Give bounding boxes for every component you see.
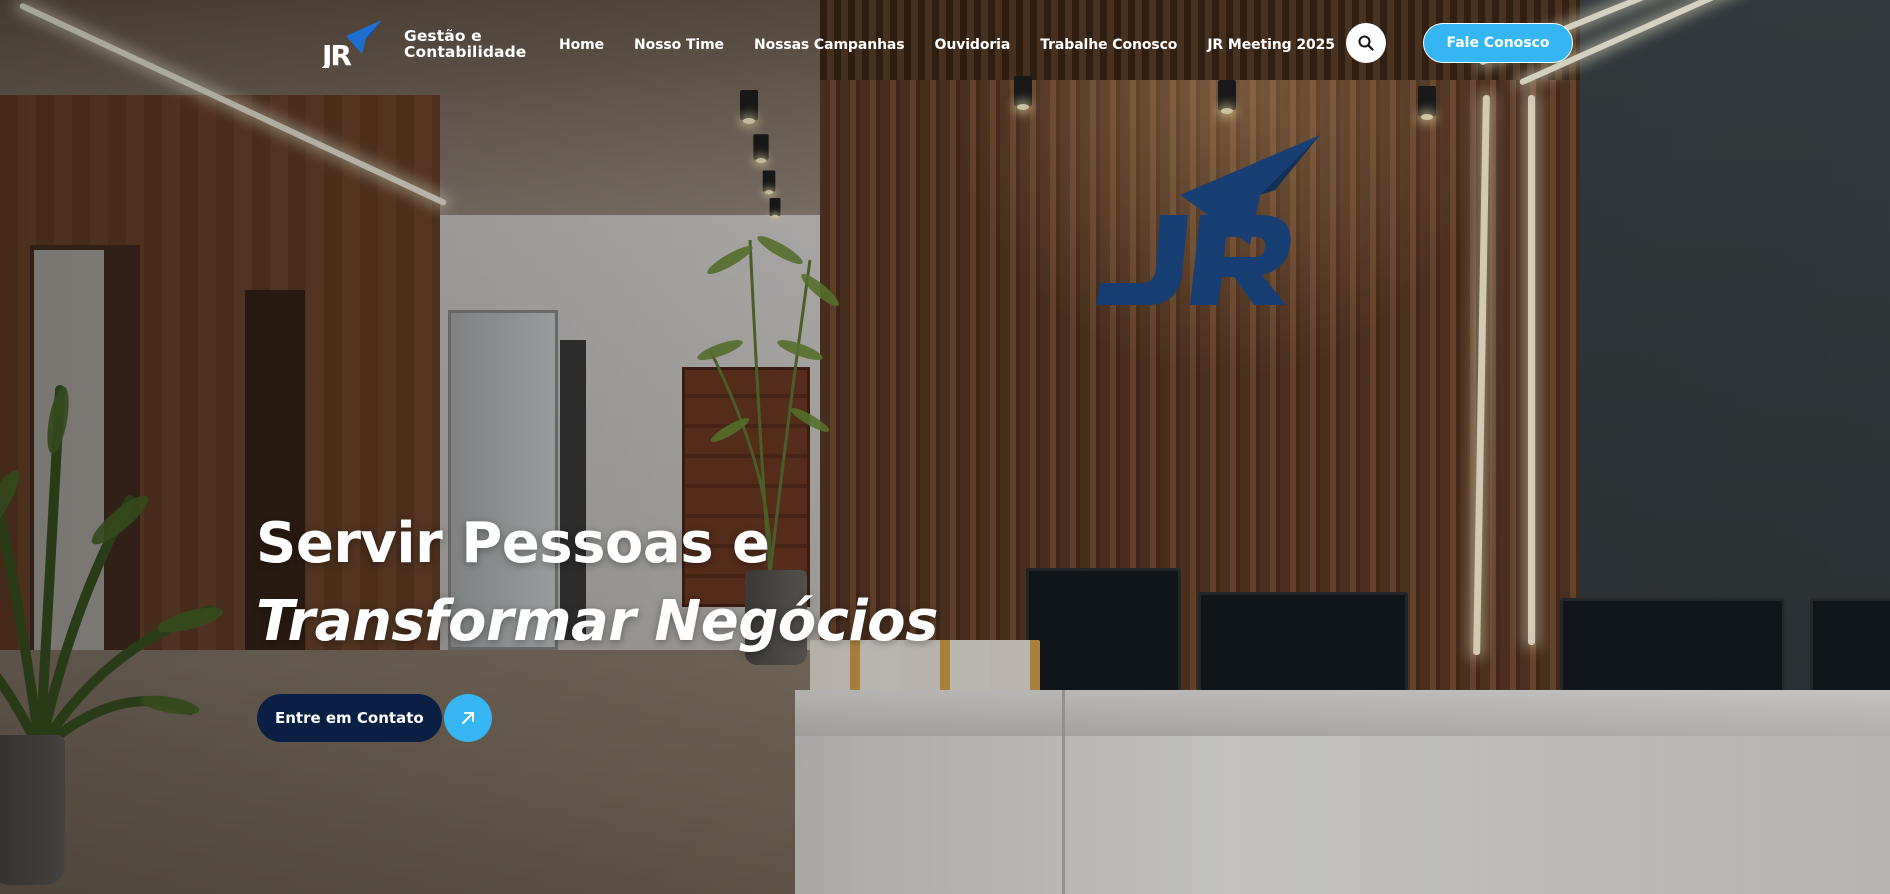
- site-header: JR Gestão e Contabilidade Home Nosso Tim…: [0, 0, 1890, 90]
- nav-item-trabalhe-conosco[interactable]: Trabalhe Conosco: [1040, 37, 1177, 53]
- nav-item-jr-meeting-2025[interactable]: JR Meeting 2025: [1207, 37, 1335, 53]
- entre-em-contato-label[interactable]: Entre em Contato: [257, 694, 442, 742]
- hero-headline-line1: Servir Pessoas e: [256, 511, 770, 576]
- fale-conosco-button[interactable]: Fale Conosco: [1423, 23, 1573, 63]
- logo-letters: JR: [322, 39, 351, 68]
- jr-logo-icon: JR: [320, 20, 384, 72]
- nav-item-nossas-campanhas[interactable]: Nossas Campanhas: [754, 37, 905, 53]
- entre-em-contato-button[interactable]: Entre em Contato: [257, 694, 492, 742]
- hero-overlay: [0, 0, 1890, 894]
- brand-name-line1: Gestão e: [404, 27, 482, 45]
- brand-name-line2: Contabilidade: [404, 43, 527, 61]
- hero-headline-line2: Transformar Negócios: [256, 589, 938, 654]
- hero-headline: Servir Pessoas e Transformar Negócios: [256, 505, 938, 661]
- brand-logo[interactable]: JR Gestão e Contabilidade: [320, 20, 526, 72]
- nav-item-nosso-time[interactable]: Nosso Time: [634, 37, 724, 53]
- brand-name: Gestão e Contabilidade: [404, 28, 526, 60]
- search-button[interactable]: [1346, 23, 1386, 63]
- hero-section: JR Gestão e Contabilidade Home Nosso Tim…: [0, 0, 1890, 894]
- main-nav: Home Nosso Time Nossas Campanhas Ouvidor…: [559, 37, 1335, 53]
- search-icon: [1358, 35, 1374, 51]
- arrow-up-right-icon[interactable]: [443, 694, 492, 742]
- nav-item-home[interactable]: Home: [559, 37, 604, 53]
- nav-item-ouvidoria[interactable]: Ouvidoria: [935, 37, 1011, 53]
